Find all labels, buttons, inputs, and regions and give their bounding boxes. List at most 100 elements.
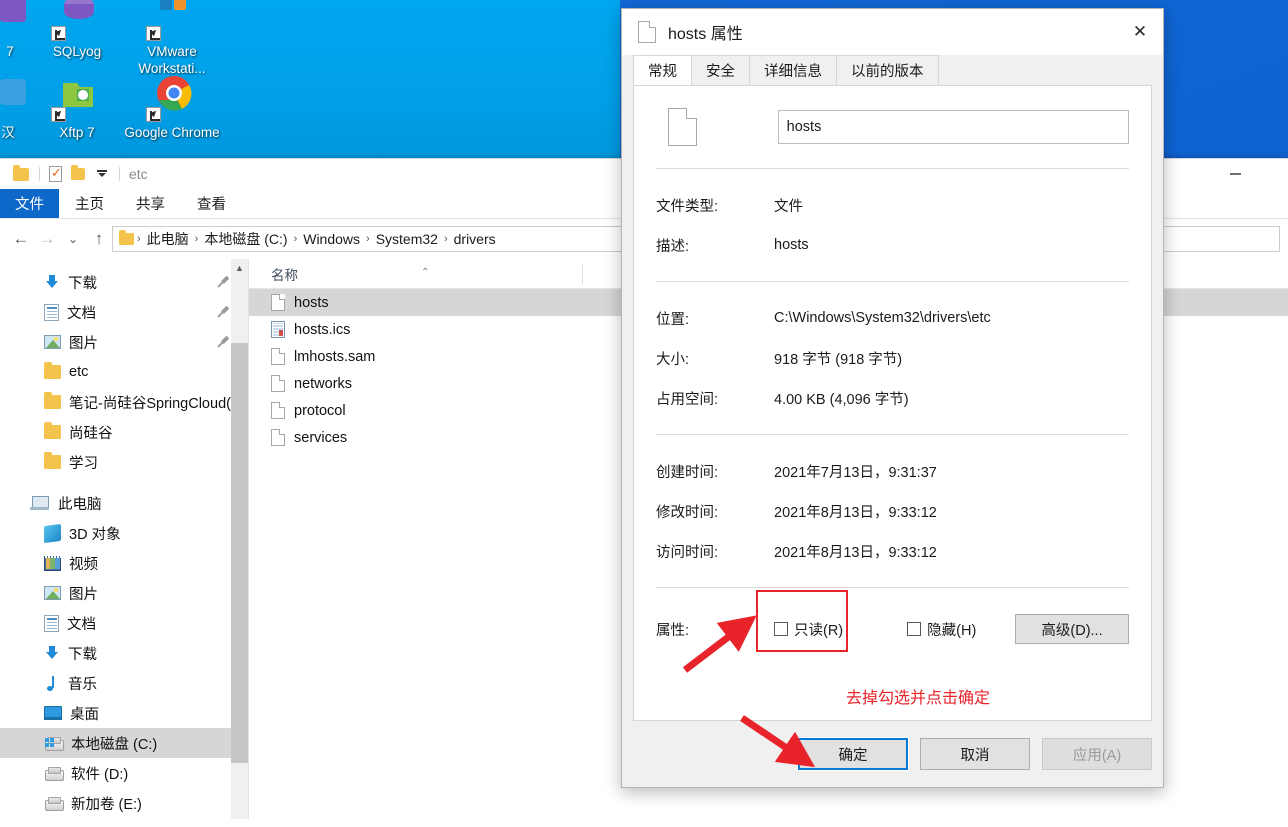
sidebar-item-drive-d[interactable]: 软件 (D:) bbox=[0, 758, 248, 788]
recent-locations-button[interactable]: ⌄ bbox=[60, 226, 86, 252]
location-row: 位置: C:\Windows\System32\drivers\etc bbox=[656, 298, 1129, 338]
desktop-icon-xftp[interactable]: Xftp 7 bbox=[29, 75, 125, 141]
xftp-icon bbox=[51, 75, 101, 122]
file-name: services bbox=[294, 429, 348, 446]
annotation-text: 去掉勾选并点击确定 bbox=[846, 690, 991, 707]
back-button[interactable]: ← bbox=[8, 226, 34, 252]
pin-icon[interactable] bbox=[213, 302, 233, 322]
sidebar-item-pictures[interactable]: 图片 bbox=[0, 578, 248, 608]
sidebar-item-label: 下载 bbox=[68, 646, 97, 663]
desktop-icon bbox=[44, 706, 62, 720]
accessed-value: 2021年8月13日，9:33:12 bbox=[774, 544, 937, 561]
sidebar-item-label: 此电脑 bbox=[58, 496, 102, 513]
dialog-general-page: 文件类型: 文件 描述: hosts 位置: C:\Windows\System… bbox=[633, 85, 1152, 721]
tab-details[interactable]: 详细信息 bbox=[749, 55, 837, 85]
sidebar-item-videos[interactable]: 视频 bbox=[0, 548, 248, 578]
sidebar-item-desktop[interactable]: 桌面 bbox=[0, 698, 248, 728]
location-value: C:\Windows\System32\drivers\etc bbox=[774, 310, 991, 326]
minimize-button[interactable] bbox=[1212, 159, 1258, 189]
sidebar-item-label: 图片 bbox=[69, 335, 98, 352]
sidebar-item-label: 桌面 bbox=[70, 706, 99, 723]
sidebar-item-study[interactable]: 学习 bbox=[0, 447, 248, 477]
nav-group-gap bbox=[0, 477, 248, 488]
scroll-up-icon[interactable]: ▲ bbox=[231, 259, 248, 276]
sidebar-item-springcloud-notes[interactable]: 笔记-尚硅谷SpringCloud(H bbox=[0, 387, 248, 417]
drive-icon bbox=[44, 766, 64, 781]
sidebar-item-label: 文档 bbox=[67, 616, 96, 633]
documents-icon bbox=[44, 614, 59, 632]
calendar-file-icon bbox=[271, 321, 285, 338]
ribbon-tab-file[interactable]: 文件 bbox=[0, 189, 59, 218]
desktop-icon-chrome[interactable]: Google Chrome bbox=[124, 75, 220, 141]
properties-icon[interactable] bbox=[49, 165, 62, 182]
ok-button[interactable]: 确定 bbox=[797, 737, 909, 771]
breadcrumb-item-1[interactable]: 本地磁盘 (C:) bbox=[199, 229, 292, 249]
created-value: 2021年7月13日，9:31:37 bbox=[774, 464, 937, 481]
folder-icon[interactable] bbox=[13, 164, 29, 181]
scrollbar-thumb[interactable] bbox=[231, 343, 248, 763]
file-blank-icon bbox=[668, 108, 697, 146]
pin-icon[interactable] bbox=[213, 332, 233, 352]
sidebar-item-label: 笔记-尚硅谷SpringCloud(H bbox=[69, 395, 242, 412]
tab-previous-versions[interactable]: 以前的版本 bbox=[836, 55, 939, 85]
ribbon-tab-home[interactable]: 主页 bbox=[59, 189, 120, 218]
sidebar-item-drive-e[interactable]: 新加卷 (E:) bbox=[0, 788, 248, 818]
chevron-down-icon[interactable] bbox=[94, 167, 110, 181]
size-on-disk-row: 占用空间: 4.00 KB (4,096 字节) bbox=[656, 378, 1129, 418]
sidebar-item-pictures-quick[interactable]: 图片 bbox=[0, 327, 248, 357]
desktop-icon-sqlyog[interactable]: SQLyog bbox=[29, 0, 125, 60]
attributes-row: 属性: 只读(R) 隐藏(H) 高级(D)... 去掉勾选并点击确定 bbox=[656, 590, 1129, 707]
size-value: 918 字节 (918 字节) bbox=[774, 351, 903, 368]
cancel-button[interactable]: 取消 bbox=[920, 738, 1030, 770]
filename-input[interactable] bbox=[777, 110, 1129, 144]
sidebar-item-local-disk-c[interactable]: 本地磁盘 (C:) bbox=[0, 728, 248, 758]
breadcrumb-item-4[interactable]: drivers bbox=[449, 231, 501, 247]
accessed-label: 访问时间: bbox=[656, 544, 719, 561]
readonly-checkbox[interactable]: 只读(R) bbox=[774, 619, 843, 640]
sidebar-item-music[interactable]: 音乐 bbox=[0, 668, 248, 698]
sidebar-item-label: 图片 bbox=[69, 586, 98, 603]
tab-security[interactable]: 安全 bbox=[691, 55, 750, 85]
close-icon[interactable]: ✕ bbox=[1117, 9, 1163, 55]
sidebar-item-downloads-quick[interactable]: 下载 bbox=[0, 267, 248, 297]
breadcrumb-item-0[interactable]: 此电脑 bbox=[142, 229, 194, 249]
desktop-icon-label: VMware Workstati... bbox=[138, 44, 206, 76]
sidebar-item-documents[interactable]: 文档 bbox=[0, 608, 248, 638]
sidebar-item-this-pc[interactable]: 此电脑 bbox=[0, 488, 248, 518]
desktop-icon-vmware[interactable]: VMware Workstati... bbox=[124, 0, 220, 77]
sidebar-item-documents-quick[interactable]: 文档 bbox=[0, 297, 248, 327]
checkbox-box[interactable] bbox=[907, 622, 922, 636]
created-label: 创建时间: bbox=[656, 464, 719, 481]
breadcrumb-item-3[interactable]: System32 bbox=[371, 231, 443, 247]
download-icon bbox=[44, 645, 60, 661]
column-header-name[interactable]: 名称 bbox=[249, 264, 298, 284]
ribbon-tab-share[interactable]: 共享 bbox=[120, 189, 181, 218]
forward-button[interactable]: → bbox=[34, 226, 60, 252]
readonly-label: 只读(R) bbox=[794, 622, 844, 639]
ribbon-tab-view[interactable]: 查看 bbox=[181, 189, 242, 218]
divider bbox=[656, 168, 1129, 169]
sidebar-item-downloads[interactable]: 下载 bbox=[0, 638, 248, 668]
sidebar-item-label: etc bbox=[69, 364, 89, 380]
file-name: networks bbox=[294, 375, 353, 392]
checkbox-box[interactable] bbox=[774, 622, 788, 636]
navigation-pane: 下载 文档 图片 etc 笔记-尚硅谷SpringCloud(H 尚硅谷 学习 … bbox=[0, 259, 248, 819]
pin-icon[interactable] bbox=[213, 272, 233, 292]
navigation-pane-scrollbar[interactable]: ▲ bbox=[231, 259, 248, 819]
shortcut-arrow-icon bbox=[146, 26, 161, 41]
sidebar-item-shangguigu[interactable]: 尚硅谷 bbox=[0, 417, 248, 447]
tab-general[interactable]: 常规 bbox=[633, 55, 692, 85]
drive-c-icon bbox=[44, 736, 64, 751]
sidebar-item-etc[interactable]: etc bbox=[0, 357, 248, 387]
sidebar-item-3d-objects[interactable]: 3D 对象 bbox=[0, 518, 248, 548]
chrome-icon bbox=[146, 75, 196, 122]
sidebar-item-label: 学习 bbox=[69, 455, 98, 472]
new-folder-icon[interactable] bbox=[71, 165, 85, 180]
hidden-checkbox[interactable]: 隐藏(H) bbox=[907, 619, 976, 640]
advanced-button[interactable]: 高级(D)... bbox=[1015, 614, 1129, 644]
breadcrumb-item-2[interactable]: Windows bbox=[298, 231, 365, 247]
column-divider[interactable] bbox=[582, 264, 583, 284]
apply-button: 应用(A) bbox=[1042, 738, 1152, 770]
up-button[interactable]: ↑ bbox=[86, 226, 112, 252]
created-row: 创建时间: 2021年7月13日，9:31:37 bbox=[656, 451, 1129, 491]
